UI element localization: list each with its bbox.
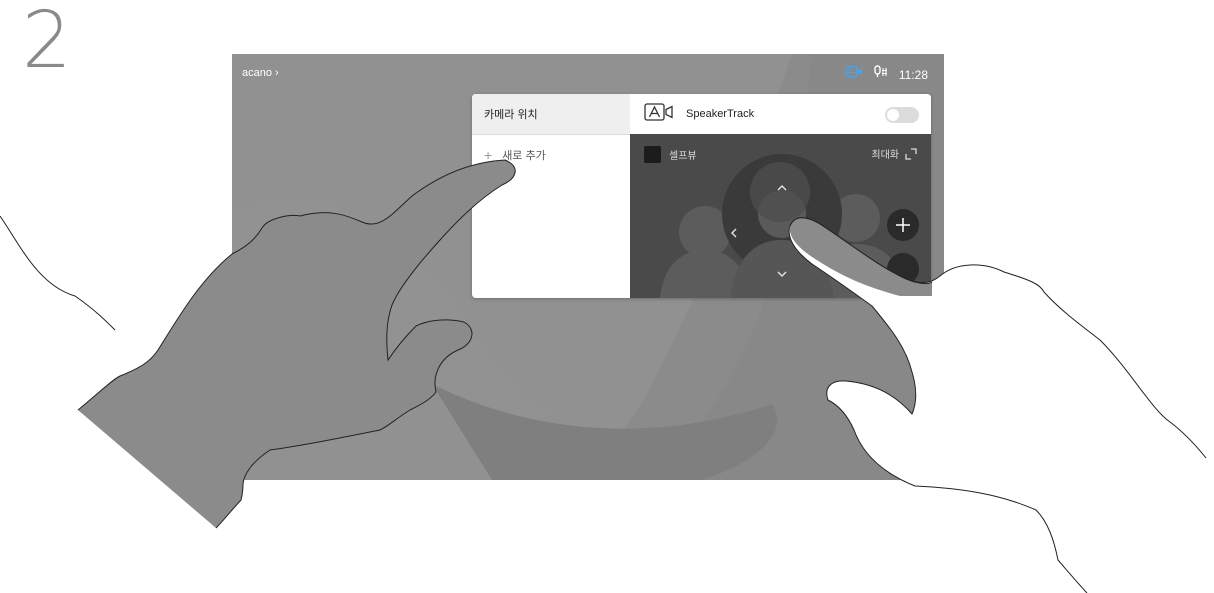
add-new-label: 새로 추가 xyxy=(502,150,546,162)
chevron-left-icon[interactable] xyxy=(730,227,738,239)
selfview-indicator xyxy=(644,146,661,163)
zoom-out-icon[interactable] xyxy=(886,252,920,286)
maximize-button[interactable]: 최대화 xyxy=(871,146,917,161)
site-name[interactable]: acano › xyxy=(242,67,279,79)
microphone-icon[interactable] xyxy=(873,65,889,84)
camera-control-panel: 카메라 위치 + 새로 추가 SpeakerTrack 셀프뷰 최대화 xyxy=(472,94,931,298)
toggle-knob xyxy=(887,109,899,121)
status-icons: 11:28 xyxy=(845,65,928,84)
selfview-area[interactable]: 셀프뷰 최대화 xyxy=(630,134,931,298)
zoom-in-icon[interactable] xyxy=(886,208,920,242)
camera-presets-column: 카메라 위치 + 새로 추가 xyxy=(472,94,630,298)
chevron-up-icon[interactable] xyxy=(776,184,788,192)
chevron-down-icon[interactable] xyxy=(776,270,788,278)
camera-icon[interactable] xyxy=(845,65,863,84)
speakertrack-row: SpeakerTrack xyxy=(630,94,931,134)
speakertrack-icon xyxy=(644,102,674,126)
camera-view-column: SpeakerTrack 셀프뷰 최대화 xyxy=(630,94,931,298)
maximize-label: 최대화 xyxy=(871,150,899,161)
presets-title: 카메라 위치 xyxy=(472,94,630,135)
touch-screen: acano › 11:28 카메라 위치 + 새로 추가 SpeakerTrac… xyxy=(232,54,944,480)
clock: 11:28 xyxy=(898,67,928,82)
speakertrack-toggle[interactable] xyxy=(885,107,919,123)
step-number: 2 xyxy=(22,0,72,86)
maximize-icon xyxy=(905,147,917,160)
status-bar: acano › 11:28 xyxy=(232,54,944,88)
selfview-header: 셀프뷰 xyxy=(644,146,697,163)
add-new-preset-button[interactable]: + 새로 추가 xyxy=(472,135,630,175)
selfview-label: 셀프뷰 xyxy=(669,151,697,162)
site-name-text: acano xyxy=(242,67,272,79)
speakertrack-label: SpeakerTrack xyxy=(686,108,755,120)
plus-icon: + xyxy=(484,147,493,163)
